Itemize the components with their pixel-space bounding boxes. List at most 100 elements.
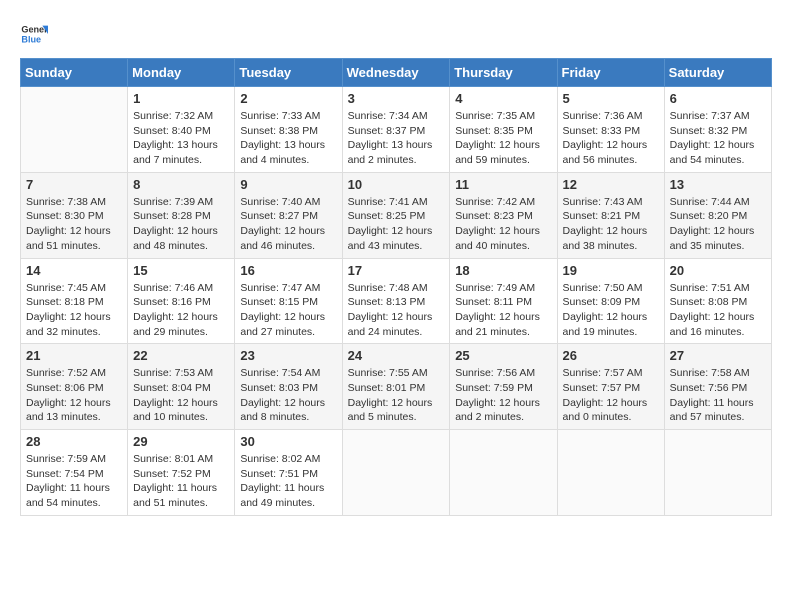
calendar-cell: 9 Sunrise: 7:40 AMSunset: 8:27 PMDaylight…	[235, 172, 342, 258]
day-info: Sunrise: 7:37 AMSunset: 8:32 PMDaylight:…	[670, 109, 766, 168]
day-number: 7	[26, 177, 122, 192]
calendar-cell: 4 Sunrise: 7:35 AMSunset: 8:35 PMDaylight…	[450, 87, 557, 173]
calendar-cell	[450, 430, 557, 516]
day-info: Sunrise: 7:36 AMSunset: 8:33 PMDaylight:…	[563, 109, 659, 168]
calendar-cell	[342, 430, 450, 516]
weekday-header-friday: Friday	[557, 59, 664, 87]
weekday-header-sunday: Sunday	[21, 59, 128, 87]
day-number: 10	[348, 177, 445, 192]
day-number: 3	[348, 91, 445, 106]
day-info: Sunrise: 8:01 AMSunset: 7:52 PMDaylight:…	[133, 452, 229, 511]
calendar-cell: 7 Sunrise: 7:38 AMSunset: 8:30 PMDaylight…	[21, 172, 128, 258]
calendar-cell: 11 Sunrise: 7:42 AMSunset: 8:23 PMDayligh…	[450, 172, 557, 258]
calendar-cell: 17 Sunrise: 7:48 AMSunset: 8:13 PMDayligh…	[342, 258, 450, 344]
day-info: Sunrise: 7:34 AMSunset: 8:37 PMDaylight:…	[348, 109, 445, 168]
day-number: 18	[455, 263, 551, 278]
day-info: Sunrise: 7:33 AMSunset: 8:38 PMDaylight:…	[240, 109, 336, 168]
day-info: Sunrise: 7:48 AMSunset: 8:13 PMDaylight:…	[348, 281, 445, 340]
day-number: 22	[133, 348, 229, 363]
day-info: Sunrise: 7:54 AMSunset: 8:03 PMDaylight:…	[240, 366, 336, 425]
calendar-cell: 27Sunrise: 7:58 AMSunset: 7:56 PMDayligh…	[664, 344, 771, 430]
day-info: Sunrise: 7:42 AMSunset: 8:23 PMDaylight:…	[455, 195, 551, 254]
weekday-header-wednesday: Wednesday	[342, 59, 450, 87]
week-row-3: 14 Sunrise: 7:45 AMSunset: 8:18 PMDayligh…	[21, 258, 772, 344]
day-number: 13	[670, 177, 766, 192]
day-info: Sunrise: 7:44 AMSunset: 8:20 PMDaylight:…	[670, 195, 766, 254]
calendar-cell: 13 Sunrise: 7:44 AMSunset: 8:20 PMDayligh…	[664, 172, 771, 258]
calendar-cell: 1 Sunrise: 7:32 AMSunset: 8:40 PMDaylight…	[128, 87, 235, 173]
calendar-cell: 22 Sunrise: 7:53 AMSunset: 8:04 PMDayligh…	[128, 344, 235, 430]
weekday-header-monday: Monday	[128, 59, 235, 87]
day-number: 25	[455, 348, 551, 363]
day-info: Sunrise: 7:39 AMSunset: 8:28 PMDaylight:…	[133, 195, 229, 254]
day-info: Sunrise: 7:38 AMSunset: 8:30 PMDaylight:…	[26, 195, 122, 254]
calendar-cell	[557, 430, 664, 516]
day-number: 16	[240, 263, 336, 278]
day-number: 21	[26, 348, 122, 363]
day-number: 20	[670, 263, 766, 278]
calendar-cell: 29Sunrise: 8:01 AMSunset: 7:52 PMDayligh…	[128, 430, 235, 516]
day-number: 4	[455, 91, 551, 106]
calendar-cell: 21 Sunrise: 7:52 AMSunset: 8:06 PMDayligh…	[21, 344, 128, 430]
day-info: Sunrise: 7:52 AMSunset: 8:06 PMDaylight:…	[26, 366, 122, 425]
weekday-header-tuesday: Tuesday	[235, 59, 342, 87]
calendar-cell: 30Sunrise: 8:02 AMSunset: 7:51 PMDayligh…	[235, 430, 342, 516]
day-info: Sunrise: 7:49 AMSunset: 8:11 PMDaylight:…	[455, 281, 551, 340]
day-info: Sunrise: 7:35 AMSunset: 8:35 PMDaylight:…	[455, 109, 551, 168]
calendar-cell: 14 Sunrise: 7:45 AMSunset: 8:18 PMDayligh…	[21, 258, 128, 344]
calendar-cell: 3 Sunrise: 7:34 AMSunset: 8:37 PMDaylight…	[342, 87, 450, 173]
day-info: Sunrise: 7:43 AMSunset: 8:21 PMDaylight:…	[563, 195, 659, 254]
day-info: Sunrise: 7:41 AMSunset: 8:25 PMDaylight:…	[348, 195, 445, 254]
day-info: Sunrise: 7:40 AMSunset: 8:27 PMDaylight:…	[240, 195, 336, 254]
day-number: 23	[240, 348, 336, 363]
calendar-cell: 19 Sunrise: 7:50 AMSunset: 8:09 PMDayligh…	[557, 258, 664, 344]
calendar-cell: 8Sunrise: 7:39 AMSunset: 8:28 PMDaylight…	[128, 172, 235, 258]
day-number: 28	[26, 434, 122, 449]
day-info: Sunrise: 7:32 AMSunset: 8:40 PMDaylight:…	[133, 109, 229, 168]
calendar-cell: 23 Sunrise: 7:54 AMSunset: 8:03 PMDayligh…	[235, 344, 342, 430]
calendar-cell: 6 Sunrise: 7:37 AMSunset: 8:32 PMDaylight…	[664, 87, 771, 173]
calendar-cell	[21, 87, 128, 173]
calendar-cell: 15Sunrise: 7:46 AMSunset: 8:16 PMDayligh…	[128, 258, 235, 344]
day-number: 14	[26, 263, 122, 278]
page-header: General Blue	[20, 20, 772, 48]
day-info: Sunrise: 7:51 AMSunset: 8:08 PMDaylight:…	[670, 281, 766, 340]
day-number: 19	[563, 263, 659, 278]
calendar-cell: 25 Sunrise: 7:56 AMSunset: 7:59 PMDayligh…	[450, 344, 557, 430]
day-number: 2	[240, 91, 336, 106]
day-number: 6	[670, 91, 766, 106]
calendar-cell: 26 Sunrise: 7:57 AMSunset: 7:57 PMDayligh…	[557, 344, 664, 430]
week-row-4: 21 Sunrise: 7:52 AMSunset: 8:06 PMDayligh…	[21, 344, 772, 430]
day-number: 9	[240, 177, 336, 192]
calendar-cell: 2 Sunrise: 7:33 AMSunset: 8:38 PMDaylight…	[235, 87, 342, 173]
day-info: Sunrise: 7:47 AMSunset: 8:15 PMDaylight:…	[240, 281, 336, 340]
day-info: Sunrise: 7:45 AMSunset: 8:18 PMDaylight:…	[26, 281, 122, 340]
calendar-cell	[664, 430, 771, 516]
weekday-header-row: SundayMondayTuesdayWednesdayThursdayFrid…	[21, 59, 772, 87]
day-info: Sunrise: 7:46 AMSunset: 8:16 PMDaylight:…	[133, 281, 229, 340]
day-number: 11	[455, 177, 551, 192]
day-info: Sunrise: 7:55 AMSunset: 8:01 PMDaylight:…	[348, 366, 445, 425]
calendar-cell: 24 Sunrise: 7:55 AMSunset: 8:01 PMDayligh…	[342, 344, 450, 430]
day-info: Sunrise: 8:02 AMSunset: 7:51 PMDaylight:…	[240, 452, 336, 511]
day-info: Sunrise: 7:50 AMSunset: 8:09 PMDaylight:…	[563, 281, 659, 340]
weekday-header-saturday: Saturday	[664, 59, 771, 87]
day-number: 26	[563, 348, 659, 363]
day-number: 24	[348, 348, 445, 363]
day-info: Sunrise: 7:57 AMSunset: 7:57 PMDaylight:…	[563, 366, 659, 425]
calendar-cell: 16 Sunrise: 7:47 AMSunset: 8:15 PMDayligh…	[235, 258, 342, 344]
calendar-cell: 28Sunrise: 7:59 AMSunset: 7:54 PMDayligh…	[21, 430, 128, 516]
week-row-1: 1 Sunrise: 7:32 AMSunset: 8:40 PMDaylight…	[21, 87, 772, 173]
calendar-cell: 20 Sunrise: 7:51 AMSunset: 8:08 PMDayligh…	[664, 258, 771, 344]
day-number: 27	[670, 348, 766, 363]
day-number: 5	[563, 91, 659, 106]
day-number: 1	[133, 91, 229, 106]
calendar-table: SundayMondayTuesdayWednesdayThursdayFrid…	[20, 58, 772, 516]
logo: General Blue	[20, 20, 48, 48]
day-info: Sunrise: 7:56 AMSunset: 7:59 PMDaylight:…	[455, 366, 551, 425]
calendar-cell: 10 Sunrise: 7:41 AMSunset: 8:25 PMDayligh…	[342, 172, 450, 258]
day-info: Sunrise: 7:53 AMSunset: 8:04 PMDaylight:…	[133, 366, 229, 425]
svg-text:Blue: Blue	[21, 34, 41, 44]
calendar-cell: 18 Sunrise: 7:49 AMSunset: 8:11 PMDayligh…	[450, 258, 557, 344]
day-number: 17	[348, 263, 445, 278]
